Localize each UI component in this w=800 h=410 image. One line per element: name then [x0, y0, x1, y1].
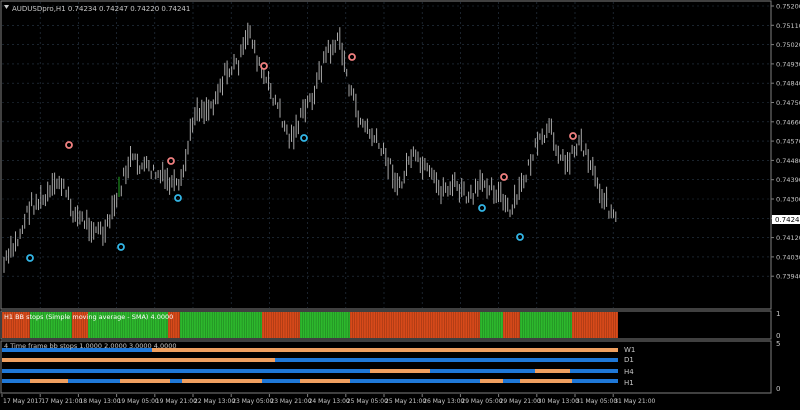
- cyan-signal-icon: [516, 233, 524, 241]
- indicator2-lines: [2, 348, 618, 383]
- cyan-signal-icon: [478, 204, 486, 212]
- indicator1-scale-bottom: 0: [776, 332, 780, 340]
- cyan-signal-icon: [26, 254, 34, 262]
- chart-menu-arrow-icon[interactable]: [4, 5, 9, 9]
- indicator1-label: H1 BB stops (Simple moving average - SMA…: [4, 313, 173, 321]
- time-label: 19 May 21:00: [156, 398, 197, 405]
- indicator2-label: 4 Time frame bb stops 1.0000 2.0000 3.00…: [4, 342, 177, 350]
- time-label: 29 May 05:00: [461, 398, 502, 405]
- indicator1-green-segment: [300, 312, 350, 338]
- price-bars: [3, 22, 617, 273]
- price-label: 0.74120: [776, 234, 800, 242]
- price-label: 0.74030: [776, 253, 800, 261]
- pink-signal-icon: [500, 173, 508, 181]
- line-label-w1: W1: [624, 346, 635, 354]
- pink-signal-icon: [65, 141, 73, 149]
- line-label-h4: H4: [624, 368, 634, 376]
- price-label: 0.74750: [776, 99, 800, 107]
- time-label: 19 May 05:00: [118, 398, 159, 405]
- time-label: 24 May 13:00: [309, 398, 350, 405]
- price-label: 0.74480: [776, 157, 800, 165]
- indicator2-panel[interactable]: 4 Time frame bb stops 1.0000 2.0000 3.00…: [0, 340, 780, 394]
- time-label: 26 May 13:00: [423, 398, 464, 405]
- current-price-label: 0.74241: [772, 215, 800, 224]
- price-label: 0.74660: [776, 118, 800, 126]
- pink-signal-icon: [569, 132, 577, 140]
- time-label: 18 May 13:00: [79, 398, 120, 405]
- chart-title: AUDUSDpro,H1 0.74234 0.74247 0.74220 0.7…: [12, 5, 190, 13]
- price-label: 0.73940: [776, 273, 800, 281]
- price-label: 0.75110: [776, 22, 800, 30]
- indicator1-scale-top: 1: [776, 310, 780, 318]
- time-label: 30 May 13:00: [538, 398, 579, 405]
- time-axis: 17 May 2017 17 May 21:0018 May 13:0019 Ma…: [1, 394, 656, 405]
- pink-signal-icon: [348, 53, 356, 61]
- time-label: 31 May 21:00: [614, 398, 655, 405]
- time-label: 17 May 2017: [3, 398, 42, 405]
- main-chart-panel[interactable]: AUDUSDpro,H1 0.74234 0.74247 0.74220 0.7…: [0, 0, 772, 310]
- time-label: 23 May 21:00: [270, 398, 311, 405]
- trading-chart: AUDUSDpro,H1 0.74234 0.74247 0.74220 0.7…: [0, 0, 800, 405]
- price-label: 0.75200: [776, 3, 800, 11]
- time-label: 29 May 21:00: [500, 398, 541, 405]
- indicator1-panel[interactable]: H1 BB stops (Simple moving average - SMA…: [0, 310, 780, 340]
- time-label: 25 May 21:00: [385, 398, 426, 405]
- indicator1-green-segment: [520, 312, 572, 338]
- price-label: 0.74930: [776, 60, 800, 68]
- price-label: 0.74300: [776, 196, 800, 204]
- pink-signal-icon: [167, 157, 175, 165]
- line-label-h1: H1: [624, 379, 634, 387]
- price-axis: 0.75200 0.75110 0.75020 0.74930 0.74840 0.747…: [771, 3, 800, 281]
- price-label: 0.74390: [776, 176, 800, 184]
- price-label: 0.75020: [776, 41, 800, 49]
- indicator1-green-segment: [180, 312, 262, 338]
- line-label-d1: D1: [624, 356, 634, 364]
- price-label: 0.74570: [776, 138, 800, 146]
- indicator2-scale-top: 5: [776, 340, 780, 348]
- current-price-text: 0.74241: [775, 216, 800, 224]
- time-label: 31 May 05:00: [576, 398, 617, 405]
- indicator2-scale-bottom: 0: [776, 385, 780, 393]
- time-label: 23 May 05:00: [232, 398, 273, 405]
- cyan-signal-icon: [117, 243, 125, 251]
- cyan-signal-icon: [174, 194, 182, 202]
- time-label: 25 May 05:00: [347, 398, 388, 405]
- signal-dots: [26, 53, 577, 262]
- time-label: 22 May 13:00: [194, 398, 235, 405]
- cyan-signal-icon: [300, 134, 308, 142]
- time-label: 17 May 21:00: [41, 398, 82, 405]
- price-label: 0.74840: [776, 80, 800, 88]
